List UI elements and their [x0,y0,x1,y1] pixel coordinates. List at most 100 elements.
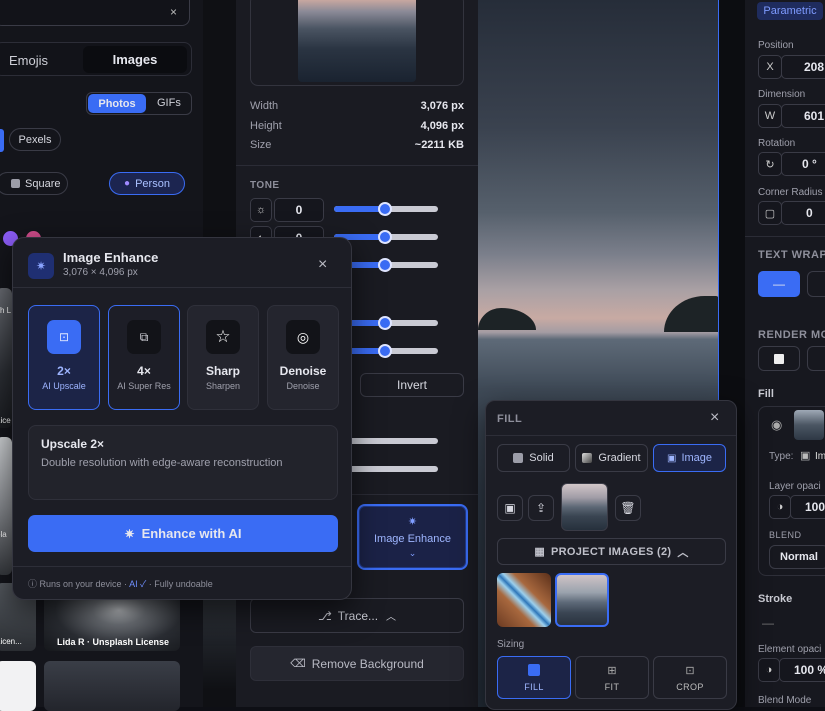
sizing-label: Sizing [497,639,525,650]
fit-icon: ⊞ [607,664,617,677]
enhance-logo-icon: ✷ [28,253,54,279]
trace-icon: ⎇ [317,608,332,623]
fill-label: Fill [758,388,774,400]
trace-button[interactable]: ⎇ Trace... ︿ [250,598,464,633]
render-mode-label: RENDER MO [758,329,825,341]
shape-square-button[interactable]: Square [0,172,68,195]
opacity-icon: ◑ [758,658,780,682]
invert-button[interactable]: Invert [360,373,464,397]
grid-label: Lice [0,416,11,425]
sizing-fit-button[interactable]: ⊞ FIT [575,656,649,699]
brightness-input[interactable]: 0 [274,198,324,222]
popup-title: Image Enhance [63,250,159,265]
option-4x[interactable]: ⧉ 4× AI Super Res [108,305,180,410]
info-label: Width [250,100,279,112]
type-value: Im [815,451,825,462]
right-panel: Parametric Position X 208 Dimension W 60… [745,0,825,707]
person-icon: ● [124,178,131,189]
parametric-badge[interactable]: Parametric [757,2,823,20]
stroke-empty: — [762,616,774,630]
chevron-down-icon: ⌄ [408,548,417,558]
grid-label: sh L [0,306,12,315]
project-images-toggle[interactable]: ▦ PROJECT IMAGES (2) ︿ [497,538,726,565]
element-opacity-input[interactable]: 100 % [779,658,825,682]
fill-tab-gradient[interactable]: Gradient [575,444,648,472]
text-wrap-option-button[interactable] [807,271,825,297]
image-icon: ▣ [504,501,516,515]
blend-mode-label: Blend Mode [758,695,812,706]
grid-label: ola [0,530,7,539]
brightness-icon: ☼ [250,198,272,222]
source-pexels[interactable]: Pexels [9,128,61,151]
project-image[interactable] [497,573,551,627]
remove-background-button[interactable]: ⌫ Remove Background [250,646,464,681]
search-input[interactable] [0,0,190,26]
clear-search-icon[interactable]: × [170,5,177,19]
visibility-eye-icon[interactable]: ◉ [771,417,782,433]
text-wrap-label: TEXT WRAP [758,249,825,261]
rotate-icon: ↻ [758,152,782,176]
island-left [478,308,536,330]
text-wrap-none-button[interactable]: — [758,271,800,297]
square-icon [11,179,20,188]
divider [486,435,736,436]
grid-image[interactable] [0,437,12,575]
layer-opacity-input[interactable]: 100 [790,495,825,519]
render-mode-button[interactable] [758,346,800,371]
image-enhance-button[interactable]: ✷ Image Enhance ⌄ [357,504,468,570]
popup-footer: ⓘ Runs on your device · AI ✓ · Fully und… [28,579,213,589]
rotation-input[interactable]: 0 ° [781,152,825,176]
image-picker-button[interactable]: ▣ [497,495,523,521]
corner-icon: ▢ [758,201,782,225]
divider [236,165,478,166]
tab-images[interactable]: Images [83,46,187,73]
fill-tab-solid[interactable]: Solid [497,444,570,472]
position-label: Position [758,40,794,51]
info-icon: ⓘ [28,579,40,589]
fill-tab-image[interactable]: ▣ Image [653,444,726,472]
grid-image[interactable] [44,661,180,711]
subtab-photos[interactable]: Photos [88,94,146,113]
fill-popup: FILL × Solid Gradient ▣ Image ▣ ⇪ 🗑 ▦ PR… [485,400,737,710]
grid-image[interactable] [0,661,36,711]
option-denoise[interactable]: ◎ Denoise Denoise [267,305,339,410]
enhance-with-ai-button[interactable]: ✷ Enhance with AI [28,515,338,552]
upload-button[interactable]: ⇪ [528,495,554,521]
chevron-up-icon: ︿ [386,612,397,623]
w-input[interactable]: 601 [781,104,825,128]
close-icon[interactable]: × [710,409,719,427]
island-right [664,296,718,332]
x-input[interactable]: 208 [781,55,825,79]
close-icon[interactable]: × [318,256,327,274]
rotation-label: Rotation [758,138,796,149]
info-label: Size [250,139,272,151]
project-image-selected[interactable] [555,573,609,627]
fill-icon [528,663,540,676]
square-icon [774,353,784,364]
crop-icon: ⊡ [685,664,695,677]
render-mode-option-button[interactable] [807,346,825,371]
sizing-fill-button[interactable]: FILL [497,656,571,699]
tab-emojis[interactable]: Emojis [9,53,48,68]
delete-image-button[interactable]: 🗑 [615,495,641,521]
denoise-icon: ◎ [286,320,320,354]
subtab-gifs[interactable]: GIFs [157,97,181,109]
corner-radius-input[interactable]: 0 [781,201,825,225]
blend-select[interactable]: Normal [769,545,825,569]
w-label: W [758,104,782,128]
shape-person-button[interactable]: ● Person [109,172,185,195]
fill-thumbnail[interactable] [794,410,824,440]
divider [745,236,825,237]
image-icon: ▣ [666,452,677,464]
option-2x[interactable]: ⊡ 2× AI Upscale [28,305,100,410]
current-fill-image[interactable] [561,483,608,531]
grid-label: Lida R · Unsplash License [57,637,170,647]
source-indicator [0,129,4,152]
grid-icon: ▦ [534,546,546,558]
sizing-crop-button[interactable]: ⊡ CROP [653,656,727,699]
stroke-label: Stroke [758,593,793,605]
dimension-label: Dimension [758,89,806,100]
solid-icon [513,453,524,463]
option-sharp[interactable]: ☆ Sharp Sharpen [187,305,259,410]
brightness-slider[interactable] [334,202,438,216]
